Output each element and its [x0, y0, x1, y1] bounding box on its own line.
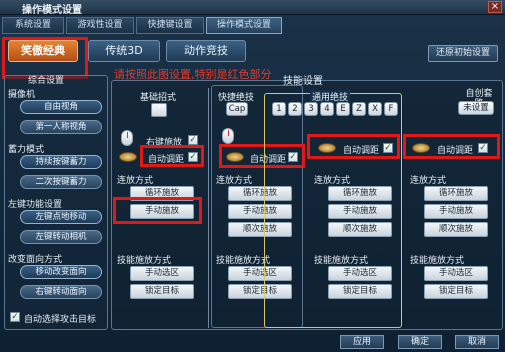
right-click-checkbox[interactable]: ✓ [188, 135, 198, 145]
highlight-box-basic-manual [113, 197, 202, 224]
skill-key-f[interactable]: F [384, 102, 398, 116]
quick-skill-key[interactable]: Cap [226, 102, 248, 116]
mouse-icon [222, 128, 234, 144]
general-loop-cast-option[interactable]: 循环施放 [328, 186, 392, 201]
general-settings-title: 综合设置 [28, 76, 65, 86]
left-click-move-option[interactable]: 左键点地移动 [20, 210, 102, 224]
basic-moves-title: 基础招式 [140, 93, 177, 103]
highlight-box-general-auto [307, 134, 400, 159]
tab-operation-mode[interactable]: 操作模式设置 [206, 17, 282, 34]
auto-adjust-icon [119, 152, 137, 162]
quick-skill-cast-label: 技能施放方式 [216, 256, 271, 266]
reset-defaults-button[interactable]: 还原初始设置 [428, 45, 498, 62]
custom-cast-mode-label: 连放方式 [410, 176, 447, 186]
move-facing-option[interactable]: 移动改变面向 [20, 265, 102, 279]
custom-sequence-cast-option[interactable]: 顺次施放 [424, 222, 488, 237]
hold-charge-option[interactable]: 持续按键蓄力 [20, 155, 102, 169]
highlight-box-custom-auto [403, 134, 500, 159]
quick-cast-mode-label: 连放方式 [216, 176, 253, 186]
basic-cast-mode-label: 连放方式 [117, 176, 154, 186]
mouse-icon [121, 130, 133, 146]
tab-hotkey-settings[interactable]: 快捷键设置 [136, 17, 204, 34]
tab-system-settings[interactable]: 系统设置 [2, 17, 64, 34]
general-lock-target-option[interactable]: 锁定目标 [328, 284, 392, 299]
left-click-label: 左键功能设置 [8, 200, 63, 210]
custom-lock-target-option[interactable]: 锁定目标 [424, 284, 488, 299]
close-window-button[interactable]: × [488, 1, 502, 13]
custom-manual-select-option[interactable]: 手动选区 [424, 266, 488, 281]
mode-tab-action[interactable]: 动作竞技 [166, 40, 246, 62]
apply-button[interactable]: 应用 [340, 335, 384, 349]
first-person-option[interactable]: 第一人称视角 [20, 120, 102, 134]
mode-tab-traditional-3d[interactable]: 传统3D [88, 40, 160, 62]
basic-lock-target-option[interactable]: 锁定目标 [130, 284, 194, 299]
basic-key-slot[interactable] [151, 103, 167, 117]
custom-manual-cast-option[interactable]: 手动施放 [424, 204, 488, 219]
custom-loop-cast-option[interactable]: 循环施放 [424, 186, 488, 201]
skill-key-z[interactable]: Z [352, 102, 366, 116]
camera-label: 摄像机 [8, 90, 36, 100]
tab-gameplay-settings[interactable]: 游戏性设置 [66, 17, 134, 34]
custom-routine-key[interactable]: 未设置 [458, 101, 494, 115]
general-manual-select-option[interactable]: 手动选区 [328, 266, 392, 281]
auto-target-checkbox[interactable]: ✓ [10, 312, 20, 322]
charge-mode-label: 蓄力模式 [8, 145, 45, 155]
skill-key-x[interactable]: X [368, 102, 382, 116]
left-click-camera-option[interactable]: 左键转动相机 [20, 230, 102, 244]
highlight-box-basic-auto [140, 145, 204, 167]
free-view-option[interactable]: 自由视角 [20, 100, 102, 114]
skill-key-1[interactable]: 1 [272, 102, 286, 116]
skill-key-4[interactable]: 4 [320, 102, 334, 116]
general-manual-cast-option[interactable]: 手动施放 [328, 204, 392, 219]
basic-manual-select-option[interactable]: 手动选区 [130, 266, 194, 281]
skill-key-2[interactable]: 2 [288, 102, 302, 116]
general-skill-cast-label: 技能施放方式 [314, 256, 369, 266]
skill-key-3[interactable]: 3 [304, 102, 318, 116]
basic-skill-cast-label: 技能施放方式 [117, 256, 172, 266]
column-divider [208, 88, 209, 328]
custom-skill-cast-label: 技能施放方式 [410, 256, 465, 266]
window-title: 操作模式设置 [22, 5, 82, 16]
general-sequence-cast-option[interactable]: 顺次施放 [328, 222, 392, 237]
right-click-facing-option[interactable]: 右键转动面向 [20, 285, 102, 299]
skill-key-e[interactable]: E [336, 102, 350, 116]
facing-mode-label: 改变面向方式 [8, 255, 63, 265]
cancel-button[interactable]: 取消 [455, 335, 499, 349]
general-cast-mode-label: 连放方式 [314, 176, 351, 186]
auto-target-label: 自动选择攻击目标 [24, 315, 97, 325]
double-press-charge-option[interactable]: 二次按键蓄力 [20, 175, 102, 189]
ok-button[interactable]: 确定 [398, 335, 442, 349]
operation-mode-window: 操作模式设置 × 系统设置 游戏性设置 快捷键设置 操作模式设置 笑傲经典 传统… [0, 0, 505, 352]
